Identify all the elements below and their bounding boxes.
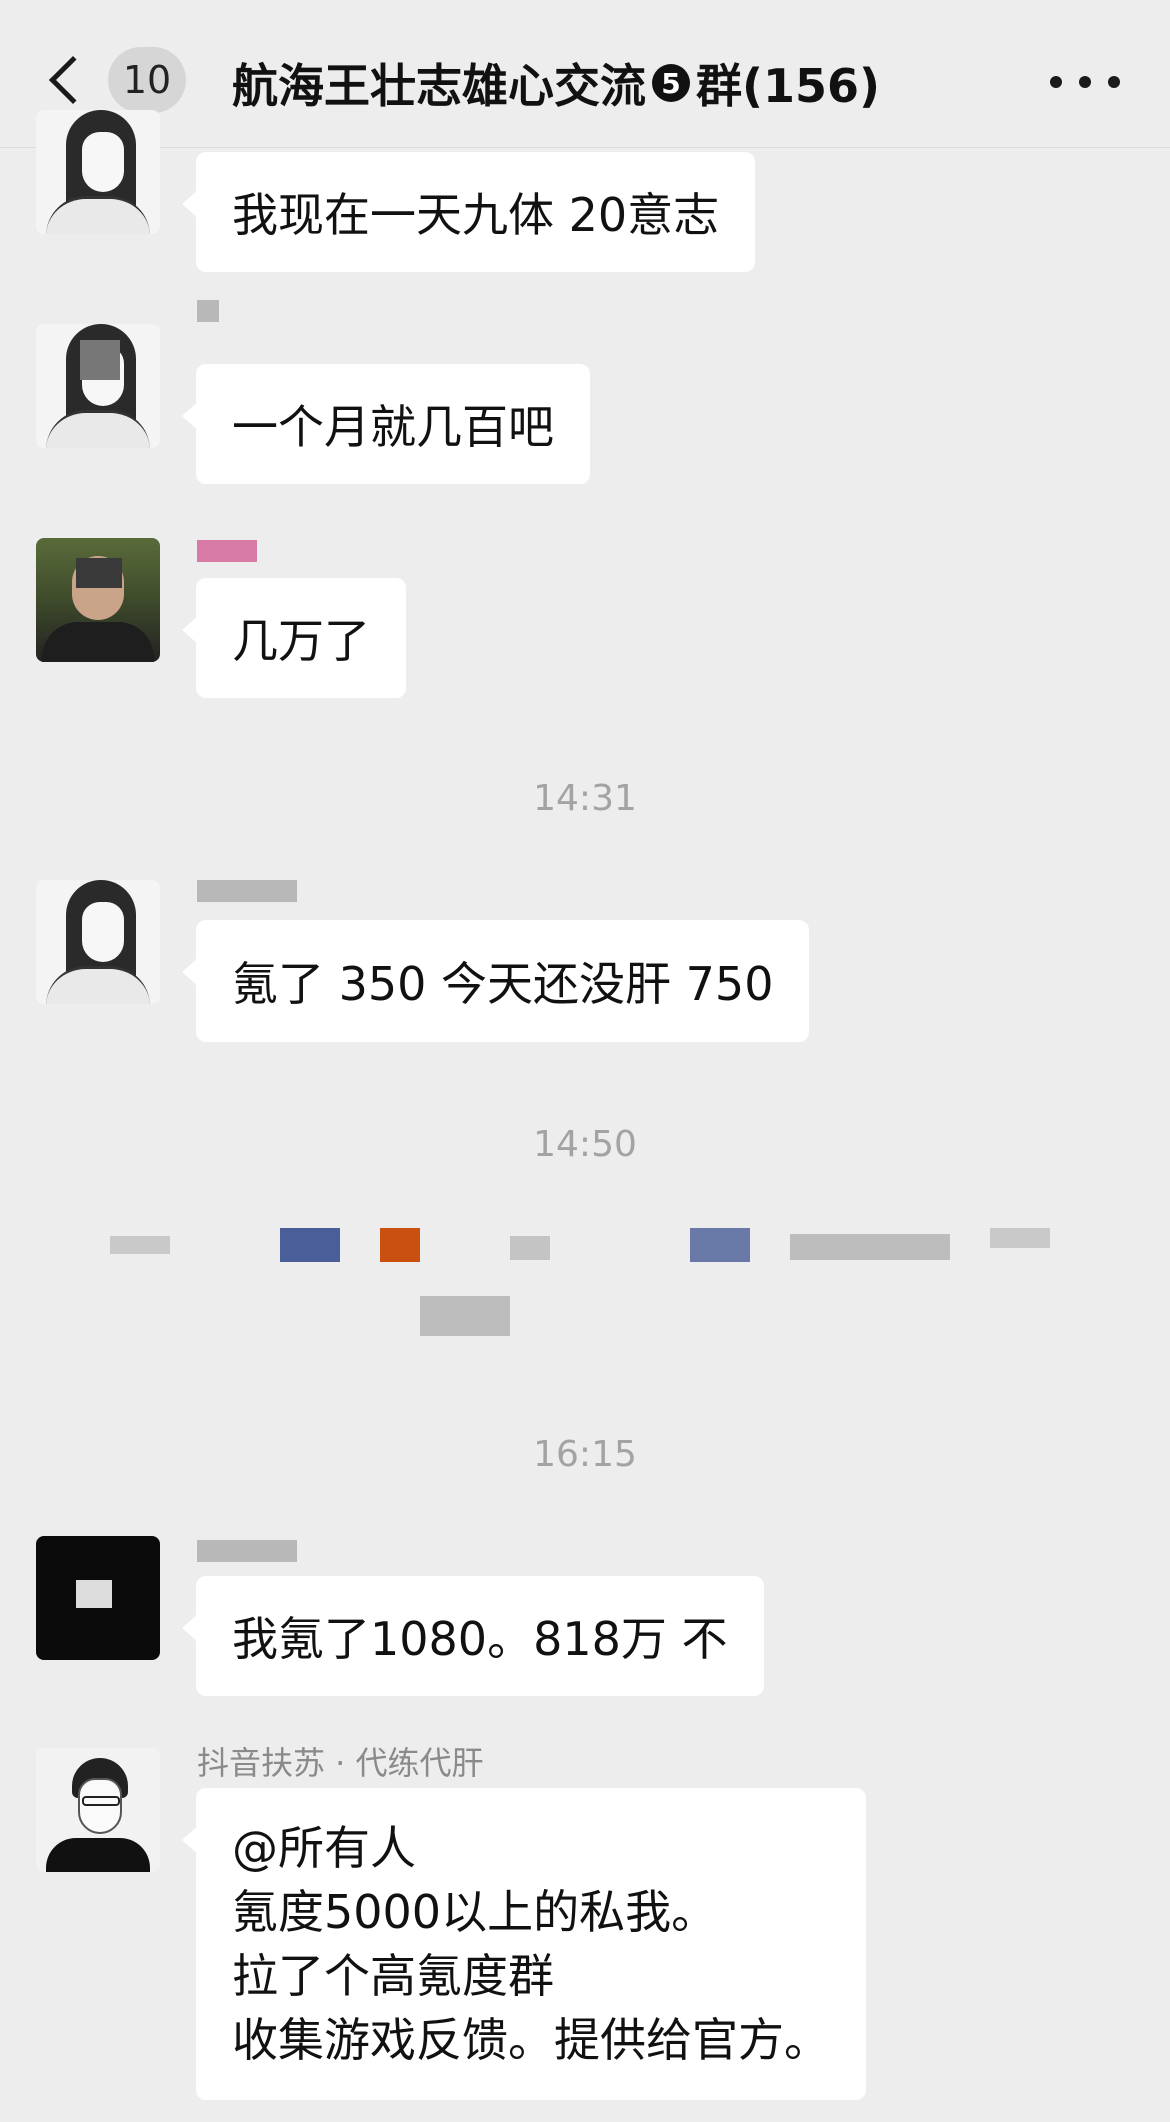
unread-count-badge: 10 <box>108 47 186 113</box>
avatar[interactable] <box>36 1748 160 1872</box>
message-line: 氪度5000以上的私我。 <box>232 1885 718 1939</box>
avatar[interactable] <box>36 110 160 234</box>
message-line: @所有人 <box>232 1821 416 1875</box>
chat-title-text: 航海王壮志雄心交流 <box>232 59 646 113</box>
sender-name: 抖音扶苏 · 代练代肝 <box>197 1744 484 1782</box>
message-bubble[interactable]: 氪了 350 今天还没肝 750 <box>181 920 810 1042</box>
avatar[interactable] <box>36 538 160 662</box>
message-bubble[interactable]: 我氪了1080。818万 不 <box>182 1576 764 1696</box>
chat-title-member-count: 群(156) <box>696 59 881 113</box>
sender-name-redacted <box>197 880 297 902</box>
avatar[interactable] <box>36 1536 160 1660</box>
group-number-badge: 5 <box>652 64 690 102</box>
timestamp: 16:15 <box>533 1434 637 1475</box>
avatar[interactable] <box>36 324 160 448</box>
sender-name-redacted <box>197 1540 297 1562</box>
message-bubble[interactable]: @所有人 氪度5000以上的私我。 拉了个高氪度群 收集游戏反馈。提供给官方。 <box>182 1788 866 2100</box>
message-bubble[interactable]: 几万了 <box>182 578 406 698</box>
timestamp: 14:50 <box>533 1124 637 1165</box>
message-line: 拉了个高氪度群 <box>232 1949 554 2003</box>
more-options-icon[interactable] <box>1050 62 1120 102</box>
sender-name-redacted <box>197 540 257 562</box>
message-bubble[interactable]: 我现在一天九体 20意志 <box>181 152 756 272</box>
chat-header: 10 航海王壮志雄心交流 5 群(156) <box>0 0 1170 148</box>
sender-name-redacted <box>197 300 219 322</box>
message-line: 收集游戏反馈。提供给官方。 <box>232 2013 830 2067</box>
back-button[interactable]: 10 <box>40 40 190 120</box>
system-notice-redacted <box>110 1228 1060 1348</box>
avatar[interactable] <box>36 880 160 1004</box>
timestamp: 14:31 <box>533 778 637 819</box>
mosaic-redaction <box>80 340 120 380</box>
chevron-left-icon <box>48 55 98 105</box>
message-bubble[interactable]: 一个月就几百吧 <box>182 364 590 484</box>
chat-title: 航海王壮志雄心交流 5 群(156) <box>232 48 880 118</box>
